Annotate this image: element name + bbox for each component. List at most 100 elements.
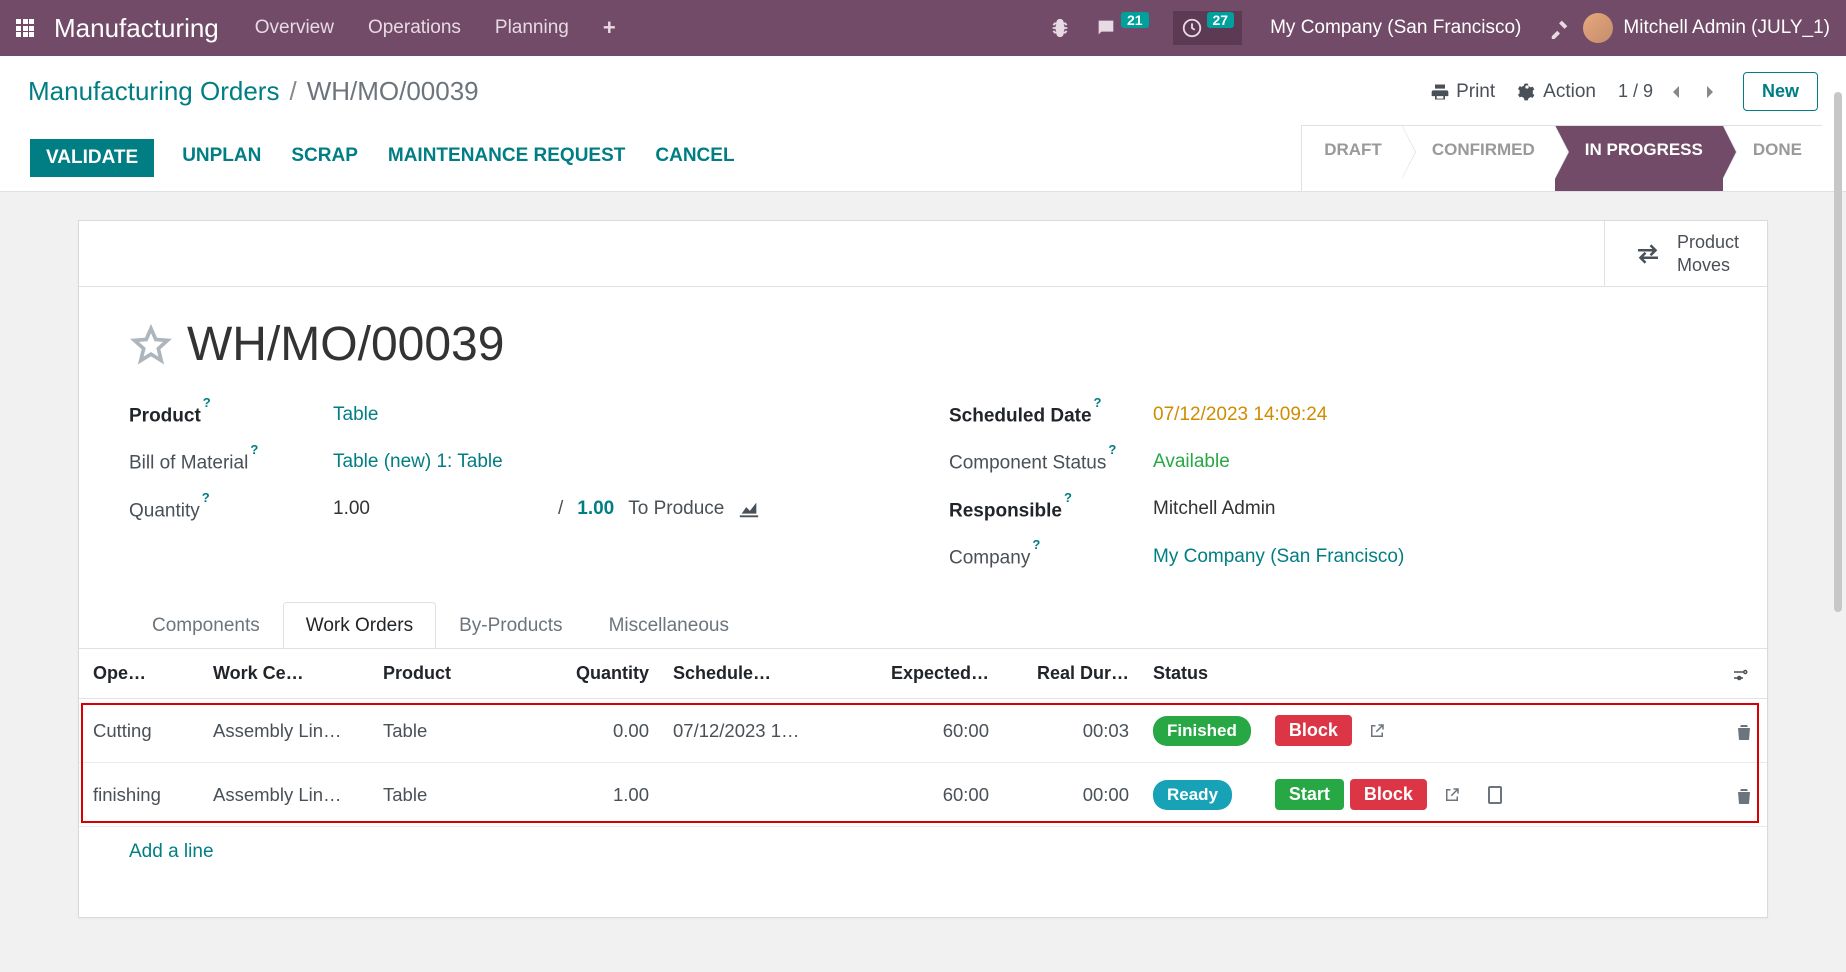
quantity-label: Quantity? bbox=[129, 497, 333, 522]
block-button[interactable]: Block bbox=[1275, 715, 1352, 746]
scheduled-value[interactable]: 07/12/2023 14:09:24 bbox=[1153, 404, 1327, 426]
statusbar-buttons: VALIDATE UNPLAN SCRAP MAINTENANCE REQUES… bbox=[28, 125, 739, 191]
col-status[interactable]: Status bbox=[1139, 649, 1261, 699]
stage-confirmed[interactable]: CONFIRMED bbox=[1402, 125, 1555, 191]
nav-planning[interactable]: Planning bbox=[495, 17, 569, 39]
cell-workcenter[interactable]: Assembly Lin… bbox=[199, 763, 369, 827]
col-workcenter[interactable]: Work Ce… bbox=[199, 649, 369, 699]
tab-components[interactable]: Components bbox=[129, 602, 283, 649]
table-row[interactable]: finishingAssembly Lin…Table1.00 60:0000:0… bbox=[79, 763, 1767, 827]
responsible-value[interactable]: Mitchell Admin bbox=[1153, 498, 1276, 520]
col-quantity[interactable]: Quantity bbox=[549, 649, 659, 699]
cell-quantity[interactable]: 0.00 bbox=[549, 699, 659, 763]
cell-product[interactable]: Table bbox=[369, 763, 549, 827]
nav-operations[interactable]: Operations bbox=[368, 17, 461, 39]
avatar[interactable] bbox=[1583, 13, 1613, 43]
quantity-target[interactable]: 1.00 bbox=[577, 498, 614, 520]
form-sheet: Product Moves WH/MO/00039 Product? Table… bbox=[78, 220, 1768, 918]
tab-by-products[interactable]: By-Products bbox=[436, 602, 585, 649]
print-button[interactable]: Print bbox=[1430, 81, 1495, 103]
pager-text[interactable]: 1 / 9 bbox=[1618, 81, 1653, 102]
favorite-star-icon[interactable] bbox=[129, 323, 173, 367]
stage-draft[interactable]: DRAFT bbox=[1301, 125, 1402, 191]
cancel-button[interactable]: CANCEL bbox=[653, 139, 736, 177]
statusbar-stages: DRAFT CONFIRMED IN PROGRESS DONE bbox=[1301, 125, 1822, 191]
activities-icon[interactable]: 27 bbox=[1173, 11, 1243, 45]
col-product[interactable]: Product bbox=[369, 649, 549, 699]
bom-label: Bill of Material? bbox=[129, 449, 333, 474]
tab-miscellaneous[interactable]: Miscellaneous bbox=[586, 602, 752, 649]
breadcrumb-current: WH/MO/00039 bbox=[307, 76, 479, 107]
product-moves-label: Product Moves bbox=[1677, 231, 1739, 276]
stage-in-progress[interactable]: IN PROGRESS bbox=[1555, 125, 1723, 191]
col-operation[interactable]: Ope… bbox=[79, 649, 199, 699]
optional-columns-icon[interactable] bbox=[1717, 649, 1767, 699]
top-navbar: Manufacturing Overview Operations Planni… bbox=[0, 0, 1846, 56]
cell-scheduled[interactable] bbox=[659, 763, 839, 827]
cell-workcenter[interactable]: Assembly Lin… bbox=[199, 699, 369, 763]
col-expected[interactable]: Expected… bbox=[839, 649, 999, 699]
breadcrumb: Manufacturing Orders / WH/MO/00039 bbox=[28, 76, 479, 107]
cell-expected[interactable]: 60:00 bbox=[839, 763, 999, 827]
pager-prev-icon[interactable] bbox=[1665, 77, 1687, 106]
messages-badge: 21 bbox=[1121, 12, 1149, 28]
pager-next-icon[interactable] bbox=[1699, 77, 1721, 106]
username[interactable]: Mitchell Admin (JULY_1) bbox=[1623, 17, 1830, 39]
compstatus-value: Available bbox=[1153, 451, 1230, 473]
tab-work-orders[interactable]: Work Orders bbox=[283, 602, 436, 649]
trash-icon[interactable] bbox=[1736, 720, 1752, 741]
tablet-icon[interactable] bbox=[1487, 783, 1503, 804]
tools-icon[interactable] bbox=[1549, 17, 1571, 39]
apps-icon[interactable] bbox=[16, 19, 34, 37]
quantity-value[interactable]: 1.00 bbox=[333, 498, 370, 520]
trash-icon[interactable] bbox=[1736, 784, 1752, 805]
company-value[interactable]: My Company (San Francisco) bbox=[1153, 546, 1404, 568]
cell-expected[interactable]: 60:00 bbox=[839, 699, 999, 763]
start-button[interactable]: Start bbox=[1275, 779, 1344, 810]
bom-value[interactable]: Table (new) 1: Table bbox=[333, 451, 503, 473]
work-orders-pane: Ope… Work Ce… Product Quantity Schedule…… bbox=[79, 648, 1767, 877]
col-real[interactable]: Real Dur… bbox=[999, 649, 1139, 699]
product-label: Product? bbox=[129, 402, 333, 427]
button-box: Product Moves bbox=[79, 221, 1767, 287]
responsible-label: Responsible? bbox=[949, 497, 1153, 522]
cell-operation[interactable]: finishing bbox=[79, 763, 199, 827]
open-external-icon[interactable] bbox=[1443, 783, 1461, 804]
debug-icon[interactable] bbox=[1049, 17, 1071, 39]
nav-new-icon[interactable]: + bbox=[603, 15, 616, 41]
compstatus-label: Component Status? bbox=[949, 449, 1153, 474]
cell-scheduled[interactable]: 07/12/2023 1… bbox=[659, 699, 839, 763]
cell-product[interactable]: Table bbox=[369, 699, 549, 763]
company-selector[interactable]: My Company (San Francisco) bbox=[1270, 17, 1521, 39]
company-label: Company? bbox=[949, 544, 1153, 569]
print-label: Print bbox=[1456, 81, 1495, 103]
add-line-link[interactable]: Add a line bbox=[79, 827, 1767, 877]
new-button[interactable]: New bbox=[1743, 72, 1818, 111]
product-moves-button[interactable]: Product Moves bbox=[1604, 221, 1767, 286]
forecast-icon[interactable] bbox=[738, 498, 760, 520]
block-button[interactable]: Block bbox=[1350, 779, 1427, 810]
control-panel: Manufacturing Orders / WH/MO/00039 Print… bbox=[0, 56, 1846, 192]
nav-overview[interactable]: Overview bbox=[255, 17, 334, 39]
status-badge: Ready bbox=[1153, 780, 1232, 810]
table-row[interactable]: CuttingAssembly Lin…Table0.0007/12/2023 … bbox=[79, 699, 1767, 763]
breadcrumb-link[interactable]: Manufacturing Orders bbox=[28, 76, 279, 107]
cell-real[interactable]: 00:00 bbox=[999, 763, 1139, 827]
cell-quantity[interactable]: 1.00 bbox=[549, 763, 659, 827]
validate-button[interactable]: VALIDATE bbox=[30, 139, 154, 177]
unplan-button[interactable]: UNPLAN bbox=[180, 139, 263, 177]
action-label: Action bbox=[1543, 81, 1596, 103]
product-value[interactable]: Table bbox=[333, 404, 378, 426]
stage-done[interactable]: DONE bbox=[1723, 125, 1822, 191]
col-scheduled[interactable]: Schedule… bbox=[659, 649, 839, 699]
work-orders-table: Ope… Work Ce… Product Quantity Schedule…… bbox=[79, 649, 1767, 827]
messages-icon[interactable]: 21 bbox=[1095, 17, 1149, 39]
open-external-icon[interactable] bbox=[1368, 719, 1386, 740]
pager: 1 / 9 bbox=[1618, 77, 1721, 106]
maintenance-button[interactable]: MAINTENANCE REQUEST bbox=[386, 139, 628, 177]
cell-operation[interactable]: Cutting bbox=[79, 699, 199, 763]
action-button[interactable]: Action bbox=[1517, 81, 1596, 103]
cell-real[interactable]: 00:03 bbox=[999, 699, 1139, 763]
scrap-button[interactable]: SCRAP bbox=[289, 139, 360, 177]
status-badge: Finished bbox=[1153, 716, 1251, 746]
